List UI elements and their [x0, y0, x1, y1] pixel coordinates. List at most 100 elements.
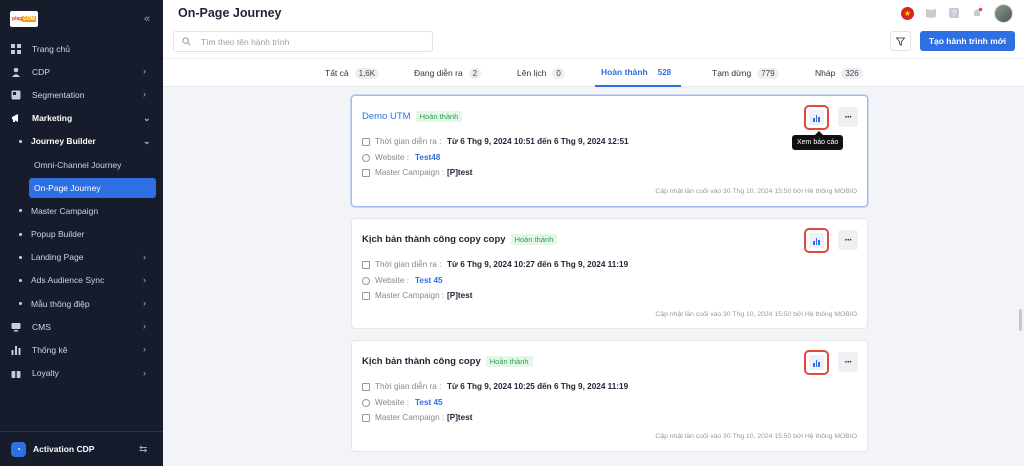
sidebar-item-label: Loyalty [32, 368, 59, 379]
bullet-icon [19, 209, 22, 213]
sidebar-item-label: Journey Builder [31, 136, 96, 147]
create-journey-button[interactable]: Tạo hành trình mới [920, 31, 1015, 51]
sidebar-item-label: Trang chủ [32, 43, 70, 54]
website-row: Website : Test 45 [362, 398, 443, 407]
time-row: Thời gian diễn ra : Từ 6 Thg 9, 2024 10:… [362, 260, 628, 269]
view-report-button[interactable] [804, 228, 829, 253]
monitor-icon [11, 322, 21, 332]
sidebar-item-label: Mẫu thông điệp [31, 298, 90, 309]
clipboard-icon [362, 168, 370, 177]
tab-count: 0 [552, 67, 565, 79]
sidebar-item-label: CMS [32, 321, 51, 332]
journey-card[interactable]: Demo UTM Hoàn thành Thời gian diễn ra : … [351, 95, 868, 207]
sidebar-item-master-campaign[interactable]: Master Campaign [0, 199, 163, 222]
header-icons: ★ ? [901, 3, 1013, 23]
calendar-icon [362, 382, 370, 391]
clipboard-icon [362, 413, 370, 422]
bar-chart-icon [11, 346, 21, 356]
chevron-right-icon: › [143, 367, 146, 378]
more-options-button[interactable]: ··· [838, 230, 858, 250]
activation-icon: ◔ [11, 441, 26, 457]
sidebar-item-cms[interactable]: CMS › [0, 315, 163, 338]
app-logo[interactable]: plag COM [10, 11, 38, 27]
sidebar: plag COM « Trang chủ CDP › Segmentation ›… [0, 0, 163, 466]
website-link[interactable]: Test 45 [415, 276, 443, 285]
website-link[interactable]: Test48 [415, 153, 440, 162]
campaign-row: Master Campaign : [P]test [362, 413, 472, 422]
megaphone-icon [12, 114, 18, 123]
sidebar-item-loyalty[interactable]: Loyalty › [0, 362, 163, 385]
tab-completed[interactable]: Hoàn thành 528 [595, 59, 682, 87]
clipboard-icon [362, 291, 370, 300]
sidebar-item-label: Ads Audience Sync [31, 275, 105, 286]
chevron-right-icon: › [143, 298, 146, 309]
view-report-button[interactable] [804, 105, 829, 130]
tab-paused[interactable]: Tạm dừng 779 [712, 59, 779, 87]
sidebar-item-marketing[interactable]: Marketing ⌄ [0, 107, 163, 130]
chevron-down-icon: ⌄ [143, 112, 151, 123]
bar-chart-icon [809, 233, 824, 248]
tab-scheduled[interactable]: Lên lịch 0 [517, 59, 565, 87]
tab-count: 1,6K [354, 67, 380, 79]
sidebar-item-statistics[interactable]: Thống kê › [0, 338, 163, 361]
updated-text: Cập nhật lần cuối vào 30 Thg 10, 2024 15… [655, 433, 857, 440]
sidebar-item-label: Thống kê [32, 345, 68, 356]
sidebar-item-segmentation[interactable]: Segmentation › [0, 83, 163, 106]
sidebar-item-label: Landing Page [31, 252, 84, 263]
sidebar-item-on-page-journey[interactable]: On-Page Journey [29, 177, 156, 198]
more-options-button[interactable]: ··· [838, 107, 858, 127]
search-input[interactable]: Tìm theo tên hành trình [173, 31, 433, 52]
tab-count: 2 [468, 67, 482, 79]
user-icon [12, 67, 20, 77]
svg-text:?: ? [952, 9, 957, 18]
website-link[interactable]: Test 45 [415, 398, 443, 407]
scrollbar-thumb[interactable] [1019, 309, 1022, 331]
journey-card[interactable]: Kịch bản thành công copy copy Hoàn thành… [351, 218, 868, 329]
journey-title[interactable]: Kịch bản thành công copy Hoàn thành [362, 356, 533, 367]
tab-running[interactable]: Đang diễn ra 2 [414, 59, 482, 87]
sidebar-item-label: Omni-Channel Journey [34, 159, 122, 170]
tab-count: 779 [757, 67, 779, 79]
switch-icon[interactable]: ⇆ [139, 444, 147, 455]
chevron-right-icon: › [143, 66, 146, 77]
bell-icon[interactable] [971, 7, 983, 19]
sidebar-item-landing-page[interactable]: Landing Page › [0, 246, 163, 269]
sidebar-item-message-templates[interactable]: Mẫu thông điệp › [0, 292, 163, 315]
tab-draft[interactable]: Nháp 326 [815, 59, 863, 87]
tooltip: Xem báo cáo [792, 131, 844, 150]
sidebar-item-ads-audience-sync[interactable]: Ads Audience Sync › [0, 269, 163, 292]
campaign-row: Master Campaign : [P]test [362, 168, 472, 177]
avatar[interactable] [994, 3, 1013, 23]
sidebar-item-journey-builder[interactable]: Journey Builder ⌄ [0, 130, 163, 153]
chevron-right-icon: › [143, 251, 146, 262]
search-placeholder: Tìm theo tên hành trình [201, 36, 290, 47]
more-options-button[interactable]: ··· [838, 352, 858, 372]
journey-title[interactable]: Demo UTM Hoàn thành [362, 111, 463, 122]
sidebar-item-label: CDP [32, 66, 50, 77]
globe-icon [362, 153, 370, 162]
tab-all[interactable]: Tất cả 1,6K [325, 59, 380, 87]
topbar: On-Page Journey ★ ? Tìm theo tên hành tr… [163, 0, 1024, 58]
sidebar-item-home[interactable]: Trang chủ [0, 37, 163, 60]
help-icon[interactable]: ? [948, 7, 960, 19]
bullet-icon [19, 302, 22, 306]
journey-card[interactable]: Kịch bản thành công copy Hoàn thành Thời… [351, 340, 868, 452]
book-icon[interactable] [925, 7, 937, 19]
chevron-right-icon: › [143, 274, 146, 285]
vietnam-flag-icon[interactable]: ★ [901, 6, 914, 20]
view-report-button[interactable] [804, 350, 829, 375]
chevron-right-icon: › [143, 344, 146, 355]
sidebar-item-cdp[interactable]: CDP › [0, 60, 163, 83]
updated-text: Cập nhật lần cuối vào 30 Thg 10, 2024 15… [655, 188, 857, 195]
activation-cdp-bar[interactable]: ◔ Activation CDP ⇆ [0, 431, 163, 466]
updated-text: Cập nhật lần cuối vào 30 Thg 10, 2024 15… [655, 311, 857, 318]
journey-title[interactable]: Kịch bản thành công copy copy Hoàn thành [362, 234, 558, 245]
sidebar-item-popup-builder[interactable]: Popup Builder [0, 223, 163, 246]
tab-count: 528 [657, 67, 672, 77]
tab-count: 326 [841, 67, 863, 79]
collapse-sidebar-icon[interactable]: « [144, 13, 150, 25]
sidebar-item-label: Marketing [32, 113, 73, 124]
activation-label: Activation CDP [33, 444, 95, 454]
filter-button[interactable] [890, 31, 911, 51]
sidebar-item-omni-channel-journey[interactable]: Omni-Channel Journey [0, 153, 163, 176]
